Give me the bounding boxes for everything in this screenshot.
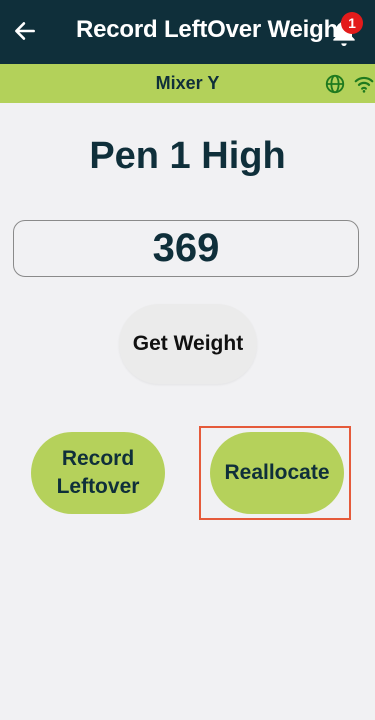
- app-header: Record LeftOver Weight 1: [0, 0, 375, 64]
- record-leftover-button[interactable]: Record Leftover: [31, 432, 165, 514]
- wifi-icon: [354, 76, 374, 93]
- get-weight-button[interactable]: Get Weight: [119, 304, 257, 384]
- notification-badge: 1: [341, 12, 363, 34]
- reallocate-button[interactable]: Reallocate: [210, 432, 344, 514]
- globe-icon: [325, 74, 345, 94]
- mixer-bar: Mixer Y: [0, 64, 375, 103]
- weight-field[interactable]: 369: [13, 220, 359, 277]
- arrow-left-icon[interactable]: [12, 18, 38, 44]
- pen-title: Pen 1 High: [89, 135, 286, 177]
- mixer-label: Mixer Y: [155, 73, 220, 93]
- page-title: Record LeftOver Weight: [76, 16, 346, 43]
